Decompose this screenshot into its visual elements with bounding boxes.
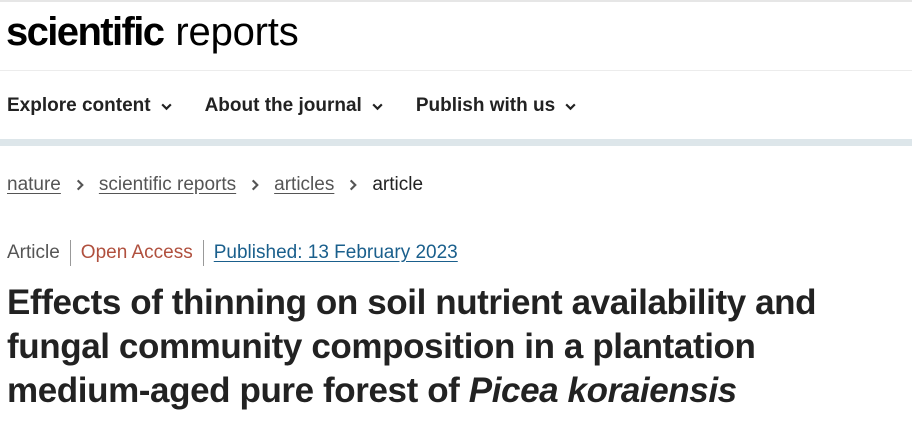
chevron-right-icon [252, 179, 259, 191]
logo-reports: reports [175, 10, 299, 54]
article-type: Article [7, 242, 60, 263]
chevron-down-icon [372, 103, 383, 110]
meta-divider [69, 240, 71, 266]
main-nav: Explore content About the journal Publis… [7, 86, 609, 126]
published-date-link[interactable]: Published: 13 February 2023 [214, 240, 458, 266]
nav-band [0, 139, 912, 146]
nav-explore-content[interactable]: Explore content [7, 95, 173, 117]
nav-label: Explore content [7, 95, 151, 116]
chevron-down-icon [565, 103, 576, 110]
article-title: Effects of thinning on soil nutrient ava… [7, 281, 907, 413]
chevron-right-icon [350, 179, 358, 191]
breadcrumb-current: article [372, 174, 424, 195]
nav-label: About the journal [204, 95, 362, 116]
nav-about-the-journal[interactable]: About the journal [205, 95, 384, 117]
nav-label: Publish with us [415, 95, 556, 116]
chevron-right-icon [76, 179, 84, 191]
breadcrumb-articles[interactable]: articles [274, 174, 334, 196]
article-meta: Article Open Access Published: 13 Februa… [7, 240, 458, 266]
open-access-label: Open Access [80, 242, 193, 263]
logo-scientific: scientific [6, 10, 165, 54]
breadcrumb-nature[interactable]: nature [7, 174, 61, 196]
breadcrumb-scientific-reports[interactable]: scientific reports [99, 174, 236, 196]
breadcrumb: nature scientific reports articles artic… [7, 172, 423, 198]
nav-publish-with-us[interactable]: Publish with us [416, 95, 577, 117]
meta-divider [202, 240, 204, 266]
chevron-down-icon [160, 103, 172, 110]
header-divider [0, 70, 912, 71]
top-rule [0, 0, 912, 2]
journal-logo[interactable]: scientific reports [6, 10, 299, 62]
article-title-species: Picea koraiensis [468, 371, 737, 410]
